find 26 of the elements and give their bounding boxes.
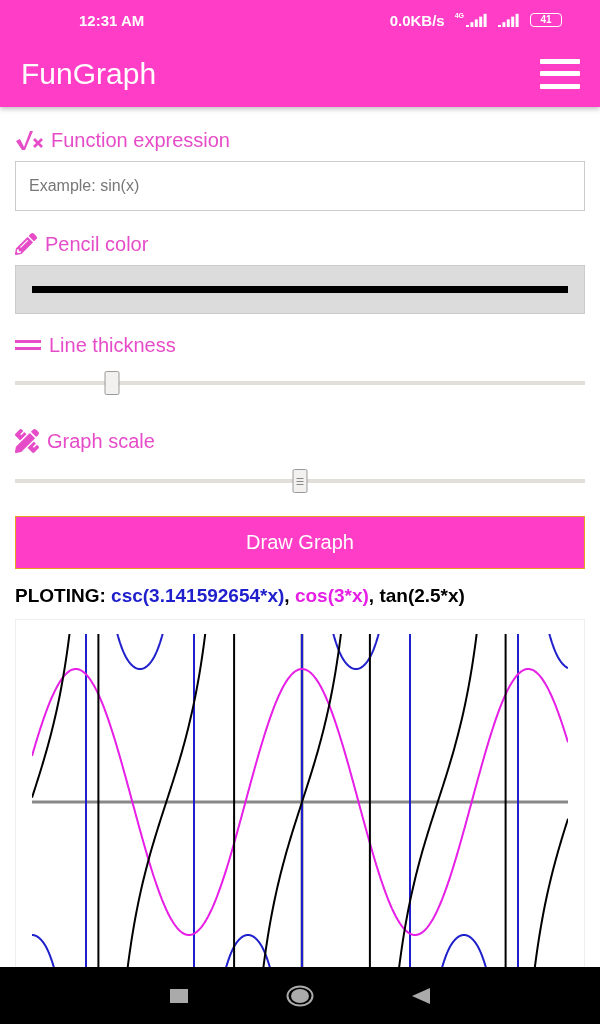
field-label: Function expression	[51, 128, 230, 152]
battery-icon: 41	[530, 13, 562, 27]
pencil-icon	[15, 233, 37, 255]
square-root-icon	[15, 130, 43, 150]
recents-button[interactable]	[170, 988, 188, 1003]
field-label: Line thickness	[49, 333, 176, 357]
signal-icon	[466, 13, 488, 27]
network-speed: 0.0KB/s	[389, 11, 445, 29]
scale-slider[interactable]	[15, 468, 585, 494]
field-label: Graph scale	[47, 429, 155, 453]
pencil-ruler-icon	[15, 429, 39, 453]
thickness-slider[interactable]	[15, 370, 585, 396]
plotting-text: PLOTING: csc(3.141592654*x), cos(3*x), tan(2.5*x)	[15, 585, 466, 607]
signal-icon	[498, 13, 520, 27]
status-time: 12:31 AM	[79, 11, 145, 29]
draw-graph-button[interactable]: Draw Graph	[15, 516, 585, 569]
home-button[interactable]	[286, 984, 314, 1007]
menu-button[interactable]	[540, 58, 580, 89]
equals-icon	[15, 340, 41, 350]
app-title: FunGraph	[21, 56, 157, 91]
slider-thumb[interactable]	[104, 371, 120, 395]
field-label: Pencil color	[45, 232, 149, 256]
color-picker[interactable]	[15, 265, 585, 314]
slider-thumb[interactable]	[292, 469, 308, 493]
back-button[interactable]	[412, 987, 430, 1004]
function-input[interactable]: Example: sin(x)	[15, 161, 585, 211]
